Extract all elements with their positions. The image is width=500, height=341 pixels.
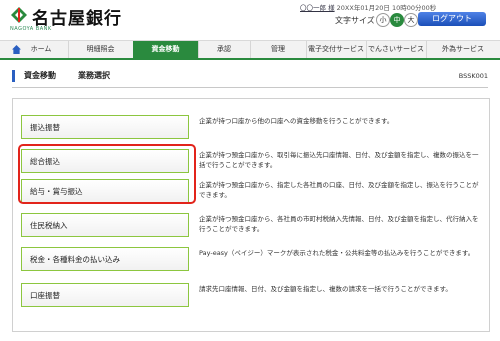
last-login: 20XX年01月20日 10時00分00秒 bbox=[336, 4, 437, 12]
home-icon bbox=[12, 45, 21, 54]
nav-forex[interactable]: 外為サービス bbox=[426, 41, 500, 58]
font-size-label: 文字サイズ bbox=[335, 16, 375, 25]
nav-fund-transfer[interactable]: 資金移動 bbox=[133, 41, 199, 58]
title-divider bbox=[12, 87, 488, 88]
nav-densai[interactable]: でんさいサービス bbox=[366, 41, 427, 58]
nav-e-delivery[interactable]: 電子交付サービス bbox=[306, 41, 367, 58]
highlight-frame bbox=[18, 144, 196, 204]
menu-button-account-transfer[interactable]: 口座振替 bbox=[21, 283, 189, 307]
menu-row: 振込振替 企業が持つ口座から他の口座への資金移動を行うことができます。 bbox=[21, 115, 481, 141]
menu-button-resident-tax[interactable]: 住民税納入 bbox=[21, 213, 189, 237]
menu-button-tax-payment[interactable]: 税金・各種料金の払い込み bbox=[21, 247, 189, 271]
menu-row: 税金・各種料金の払い込み Pay-easy（ペイジー）マークが表示された税金・公… bbox=[21, 247, 481, 273]
menu-row: 口座振替 請求先口座情報、日付、及び金額を指定し、複数の請求を一括で行うことがで… bbox=[21, 283, 481, 309]
menu-description: 企業が持つ預金口座から、各社員の市町村税納入先情報、日付、及び金額を指定し、代行… bbox=[199, 215, 479, 233]
header: 名古屋銀行 NAGOYA BANK 〇〇一郎 様 20XX年01月20日 10時… bbox=[0, 0, 500, 38]
page-title-row: 資金移動 業務選択 BSSK001 bbox=[12, 70, 488, 88]
menu-button-transfer[interactable]: 振込振替 bbox=[21, 115, 189, 139]
font-small-button[interactable]: 小 bbox=[376, 13, 390, 27]
font-medium-button[interactable]: 中 bbox=[390, 13, 404, 27]
menu-description: 企業が持つ預金口座から、指定した各社員の口座、日付、及び金額を指定し、振込を行う… bbox=[199, 181, 479, 199]
screen-id: BSSK001 bbox=[458, 72, 488, 80]
global-nav: ホーム 明細照会 資金移動 承認 管理 電子交付サービス でんさいサービス 外為… bbox=[0, 40, 500, 60]
menu-description: Pay-easy（ペイジー）マークが表示された税金・公共料金等の払込みを行うこと… bbox=[199, 249, 475, 257]
bank-logo-icon bbox=[10, 6, 28, 24]
menu-description: 企業が持つ口座から他の口座への資金移動を行うことができます。 bbox=[199, 117, 394, 125]
menu-panel: 振込振替 企業が持つ口座から他の口座への資金移動を行うことができます。 総合振込… bbox=[12, 98, 490, 332]
font-large-button[interactable]: 大 bbox=[404, 13, 418, 27]
nav-management[interactable]: 管理 bbox=[250, 41, 307, 58]
user-info: 〇〇一郎 様 20XX年01月20日 10時00分00秒 bbox=[300, 2, 436, 12]
nav-approval[interactable]: 承認 bbox=[198, 41, 251, 58]
menu-description: 請求先口座情報、日付、及び金額を指定し、複数の請求を一括で行うことができます。 bbox=[199, 285, 452, 293]
nav-statement[interactable]: 明細照会 bbox=[68, 41, 134, 58]
menu-description: 企業が持つ預金口座から、取引毎に振込先口座情報、日付、及び金額を指定し、複数の振… bbox=[199, 151, 479, 169]
nav-home-label: ホーム bbox=[30, 45, 52, 53]
title-accent-bar bbox=[12, 70, 15, 82]
logout-button[interactable]: ログアウト bbox=[418, 12, 486, 26]
page-subtitle: 業務選択 bbox=[78, 71, 110, 80]
nav-home[interactable]: ホーム bbox=[0, 41, 69, 58]
page-title: 資金移動 bbox=[24, 71, 56, 80]
app-window: 名古屋銀行 NAGOYA BANK 〇〇一郎 様 20XX年01月20日 10時… bbox=[0, 0, 500, 341]
user-name[interactable]: 〇〇一郎 様 bbox=[300, 4, 335, 12]
bank-sub-name: NAGOYA BANK bbox=[10, 26, 52, 32]
menu-row: 住民税納入 企業が持つ預金口座から、各社員の市町村税納入先情報、日付、及び金額を… bbox=[21, 213, 481, 239]
